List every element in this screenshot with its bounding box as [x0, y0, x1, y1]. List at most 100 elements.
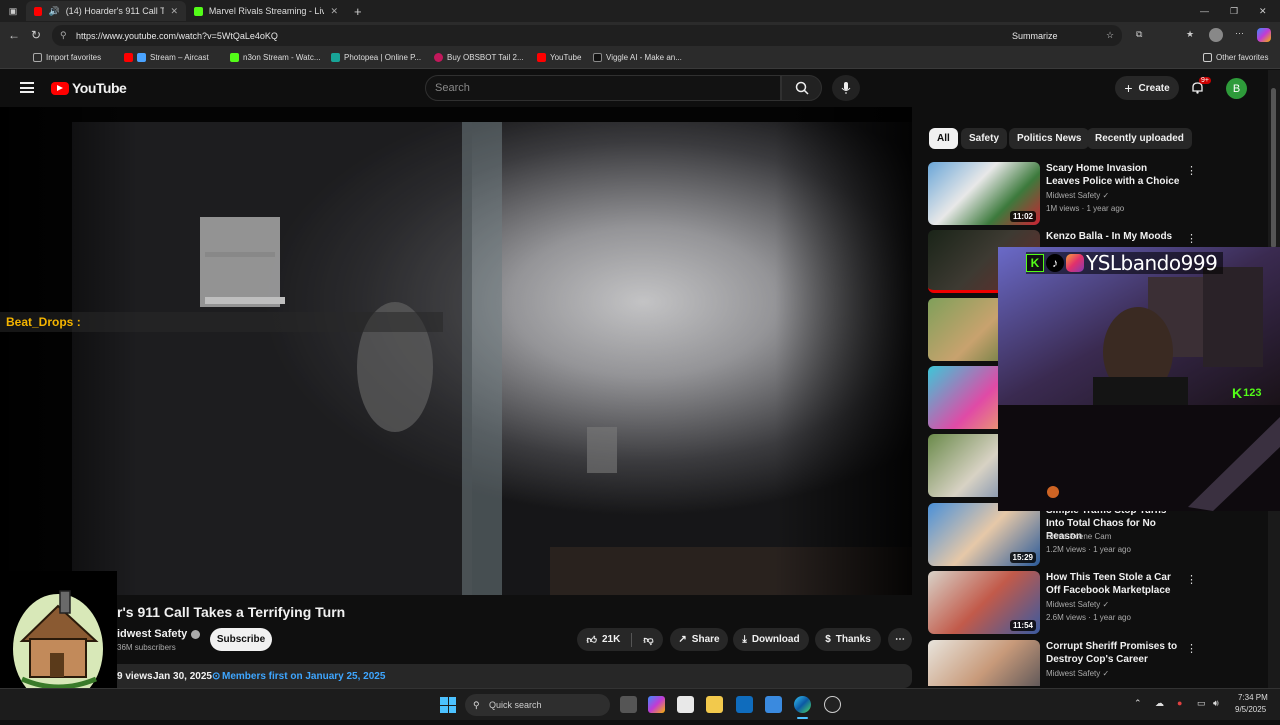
thanks-button[interactable]: $ Thanks — [815, 628, 881, 651]
search-icon — [795, 81, 809, 95]
recommendation-meta: 2.6M views · 1 year ago — [1046, 613, 1131, 622]
restore-button[interactable]: ❐ — [1230, 6, 1238, 17]
other-favorites[interactable]: Other favorites — [1203, 53, 1268, 62]
chip-all[interactable]: All — [929, 128, 958, 149]
subscribe-button[interactable]: Subscribe — [210, 628, 272, 651]
more-vertical-icon[interactable]: ⋮ — [1186, 232, 1197, 245]
channel-name[interactable]: idwest Safety — [117, 628, 201, 640]
upload-date: Jan 30, 2025 — [153, 671, 212, 682]
window-menu-icon[interactable]: ▣ — [0, 6, 26, 17]
chip-label: All — [937, 133, 950, 144]
site-info-icon[interactable]: ⚲ — [60, 30, 67, 41]
microphone-tray-icon[interactable]: ● — [1177, 698, 1182, 708]
favorite-aircast[interactable]: Stream – Aircast — [124, 53, 209, 62]
favorite-label: n3on Stream - Watc... — [243, 53, 321, 62]
clock-date[interactable]: 9/5/2025 — [1235, 705, 1266, 714]
extensions-icon[interactable]: ⧉ — [1136, 29, 1142, 40]
tab-marvel-rivals[interactable]: Marvel Rivals Streaming - Live St ✕ — [186, 1, 346, 21]
more-vertical-icon[interactable]: ⋮ — [1186, 642, 1197, 655]
more-actions-button[interactable]: ⋯ — [888, 628, 912, 651]
recommendation-item[interactable]: Corrupt Sheriff Promises to Destroy Cop'… — [928, 640, 1264, 686]
download-button[interactable]: ⤓ Download — [733, 628, 809, 651]
notifications-button[interactable]: 9+ — [1190, 77, 1211, 96]
obs-icon[interactable] — [824, 696, 841, 713]
recommendation-item[interactable]: 11:02 Scary Home Invasion Leaves Police … — [928, 162, 1264, 225]
browser-tab-bar: ▣ 🔊 (14) Hoarder's 911 Call Take ✕ Marve… — [0, 0, 1280, 22]
favorites-icon[interactable]: ★ — [1186, 29, 1194, 40]
store-icon[interactable] — [677, 696, 694, 713]
copilot-app-icon[interactable] — [648, 696, 665, 713]
volume-icon[interactable]: 🔊︎ — [1213, 698, 1219, 709]
chip-safety[interactable]: Safety — [961, 128, 1008, 149]
recommendation-thumbnail[interactable]: 11:54 — [928, 571, 1040, 634]
back-icon[interactable]: ← — [8, 28, 20, 42]
more-icon[interactable]: ⋯ — [1235, 28, 1244, 39]
favorite-photopea[interactable]: Photopea | Online P... — [331, 53, 421, 62]
chevron-up-icon[interactable]: ⌃ — [1134, 698, 1142, 709]
other-favorites-label: Other favorites — [1216, 53, 1269, 62]
favorite-import[interactable]: Import favorites — [33, 53, 101, 62]
url-field[interactable]: ⚲ https://www.youtube.com/watch?v=5WtQaL… — [52, 25, 1122, 46]
clock-time[interactable]: 7:34 PM — [1238, 693, 1268, 702]
close-window-button[interactable]: ✕ — [1259, 6, 1267, 17]
windows-start-icon[interactable] — [440, 697, 456, 713]
account-avatar[interactable]: B — [1226, 78, 1247, 99]
chip-label: Politics News — [1017, 133, 1082, 144]
thanks-label: Thanks — [835, 634, 871, 645]
thanks-icon: $ — [825, 634, 831, 645]
network-tray-icon[interactable]: ☁ — [1155, 698, 1164, 709]
stream-chat-message: Beat_Drops : — [0, 312, 443, 332]
more-vertical-icon[interactable]: ⋮ — [1186, 573, 1197, 586]
youtube-logo[interactable]: YouTube — [51, 80, 127, 96]
voice-search-button[interactable] — [832, 75, 860, 101]
chip-label: Safety — [969, 133, 1000, 144]
youtube-wordmark: YouTube — [72, 80, 127, 96]
tab-youtube[interactable]: 🔊 (14) Hoarder's 911 Call Take ✕ — [26, 1, 186, 21]
summarize-button[interactable]: Summarize — [1012, 31, 1058, 41]
favorite-obsbot[interactable]: Buy OBSBOT Tail 2... — [434, 53, 524, 62]
create-button[interactable]: + Create — [1115, 76, 1179, 100]
favorite-n3on[interactable]: n3on Stream - Watc... — [230, 53, 321, 62]
chip-politics-news[interactable]: Politics News — [1009, 128, 1090, 149]
dislike-button[interactable]: 👎︎ — [643, 634, 653, 646]
description-box[interactable]: 9 views Jan 30, 2025 ⊙ Members first on … — [100, 664, 912, 688]
file-explorer-icon[interactable] — [706, 696, 723, 713]
minimize-button[interactable]: — — [1200, 6, 1209, 16]
search-input[interactable]: Search — [425, 75, 781, 101]
recommendation-thumbnail[interactable] — [928, 640, 1040, 686]
recommendation-thumbnail[interactable]: 11:02 — [928, 162, 1040, 225]
close-tab-icon[interactable]: ✕ — [170, 6, 178, 17]
task-view-icon[interactable] — [620, 696, 637, 713]
recommendation-title: Corrupt Sheriff Promises to Destroy Cop'… — [1046, 641, 1178, 665]
profile-icon[interactable] — [1209, 28, 1223, 42]
like-button[interactable]: 👍︎ 21K — [587, 634, 621, 646]
star-icon[interactable]: ☆ — [1106, 30, 1114, 41]
edge-browser-icon[interactable] — [794, 696, 811, 713]
hamburger-menu-icon[interactable] — [20, 82, 34, 93]
taskbar-search-input[interactable]: ⚲ Quick search — [465, 694, 610, 716]
favorite-youtube[interactable]: YouTube — [537, 53, 581, 62]
tab-title: (14) Hoarder's 911 Call Take — [65, 6, 165, 16]
recommendation-item[interactable]: 11:54 How This Teen Stole a Car Off Face… — [928, 571, 1264, 634]
search-button[interactable] — [781, 75, 822, 101]
viggle-icon — [593, 53, 602, 62]
scrollbar-thumb[interactable] — [1271, 88, 1276, 248]
outlook-icon[interactable] — [736, 696, 753, 713]
chip-recently-uploaded[interactable]: Recently uploaded — [1087, 128, 1192, 149]
recommendation-title: Scary Home Invasion Leaves Police with a… — [1046, 163, 1180, 187]
share-button[interactable]: ↗ Share — [670, 628, 728, 651]
import-icon — [33, 53, 42, 62]
more-vertical-icon[interactable]: ⋮ — [1186, 164, 1197, 177]
close-tab-icon[interactable]: ✕ — [330, 6, 338, 17]
video-player[interactable] — [0, 107, 912, 595]
new-tab-button[interactable]: + — [354, 4, 362, 19]
favorite-viggle[interactable]: Viggle AI - Make an... — [593, 53, 682, 62]
refresh-icon[interactable]: ↻ — [31, 28, 41, 42]
copilot-icon[interactable] — [1257, 28, 1271, 42]
recommendation-item[interactable]: 15:29 Simple Traffic Stop Turns Into Tot… — [928, 503, 1264, 566]
recommendation-thumbnail[interactable]: 15:29 — [928, 503, 1040, 566]
photos-icon[interactable] — [765, 696, 782, 713]
webcam-feed-image — [998, 247, 1280, 511]
tiktok-logo-icon: ♪ — [1046, 254, 1064, 272]
wifi-icon[interactable]: ▭ — [1197, 698, 1206, 709]
